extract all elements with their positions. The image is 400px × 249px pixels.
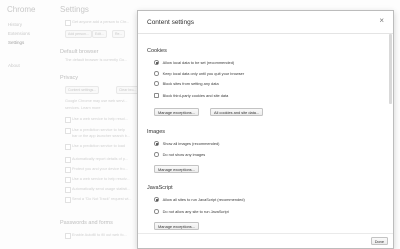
- option-label: Do not show any images: [162, 152, 206, 157]
- close-icon[interactable]: ×: [379, 17, 384, 25]
- radio-selected[interactable]: [154, 141, 159, 146]
- radio-button[interactable]: [154, 71, 159, 76]
- javascript-option-block[interactable]: Do not allow any site to run JavaScript: [154, 208, 229, 215]
- javascript-heading: JavaScript: [147, 185, 173, 191]
- images-heading: Images: [147, 129, 166, 135]
- option-label: Block third-party cookies and site data: [162, 93, 229, 98]
- option-label: Keep local data only until you quit your…: [162, 71, 245, 76]
- all-cookies-site-data-button[interactable]: All cookies and site data...: [210, 108, 264, 116]
- javascript-option-allow[interactable]: Allow all sites to run JavaScript (recom…: [154, 196, 245, 203]
- option-label: Allow local data to be set (recommended): [162, 60, 235, 65]
- content-settings-dialog: Content settings × Cookies Allow local d…: [137, 10, 394, 249]
- radio-selected[interactable]: [154, 60, 159, 65]
- dialog-body: Cookies Allow local data to be set (reco…: [138, 34, 393, 234]
- images-option-show-all[interactable]: Show all images (recommended): [154, 140, 219, 147]
- cookies-manage-exceptions-button[interactable]: Manage exceptions...: [154, 108, 199, 116]
- option-label: Block sites from setting any data: [162, 81, 219, 86]
- cookies-option-allow[interactable]: Allow local data to be set (recommended): [154, 59, 234, 66]
- radio-button[interactable]: [154, 209, 159, 214]
- cookies-heading: Cookies: [147, 48, 167, 54]
- cookies-option-keep-until-quit[interactable]: Keep local data only until you quit your…: [154, 70, 244, 77]
- javascript-manage-exceptions-button[interactable]: Manage exceptions...: [154, 222, 199, 230]
- checkbox[interactable]: [154, 93, 159, 98]
- dialog-title: Content settings: [147, 19, 194, 26]
- cookies-option-block[interactable]: Block sites from setting any data: [154, 80, 219, 87]
- radio-button[interactable]: [154, 152, 159, 157]
- dialog-footer: Done: [138, 233, 393, 248]
- done-button[interactable]: Done: [370, 237, 388, 245]
- option-label: Allow all sites to run JavaScript (recom…: [162, 197, 245, 202]
- radio-button[interactable]: [154, 81, 159, 86]
- option-label: Show all images (recommended): [162, 141, 220, 146]
- option-label: Do not allow any site to run JavaScript: [162, 209, 229, 214]
- images-manage-exceptions-button[interactable]: Manage exceptions...: [154, 165, 199, 173]
- block-third-party-cookies[interactable]: Block third-party cookies and site data: [154, 92, 228, 99]
- radio-selected[interactable]: [154, 197, 159, 202]
- images-option-show-none[interactable]: Do not show any images: [154, 151, 205, 158]
- dialog-scrollbar[interactable]: [389, 34, 392, 104]
